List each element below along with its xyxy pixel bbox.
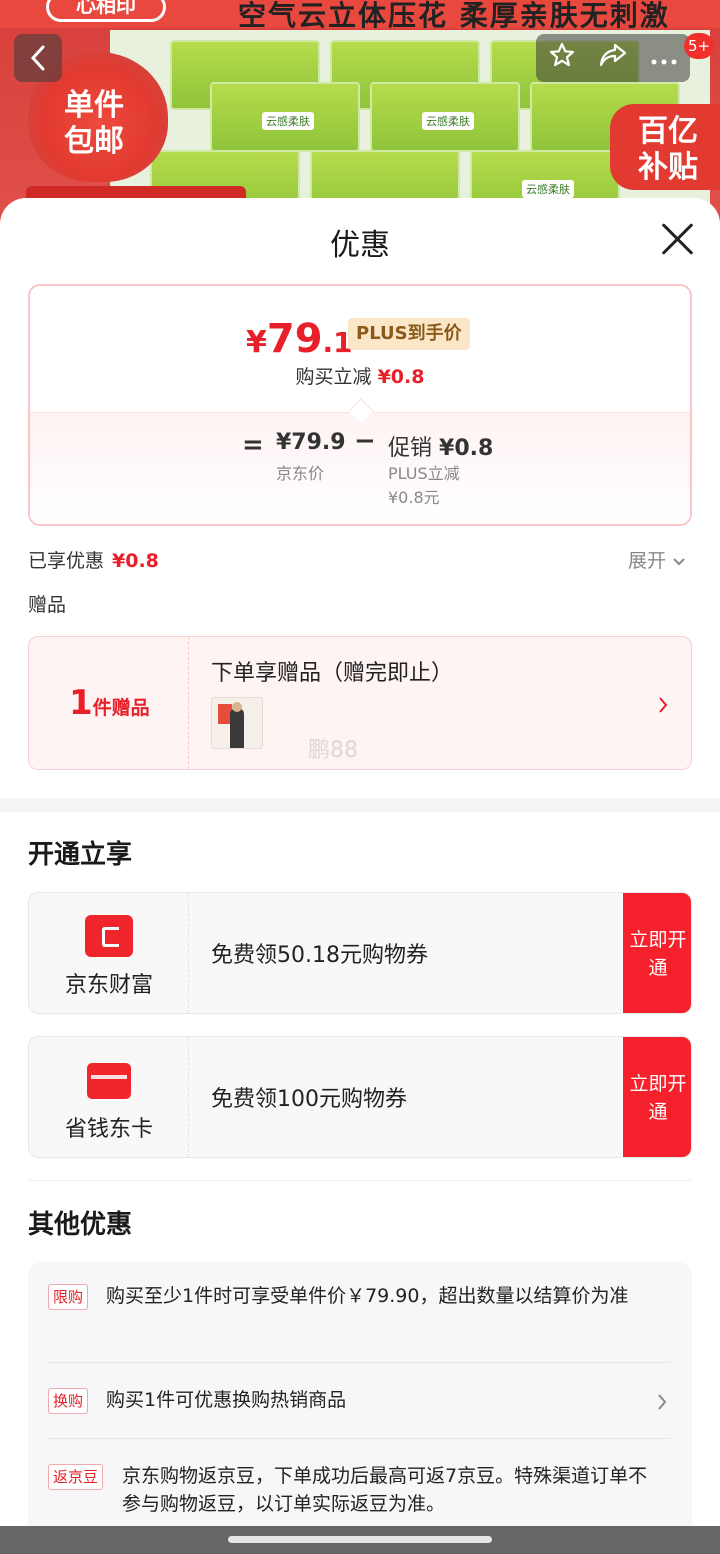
share-icon (599, 43, 627, 67)
offer-text: 购买1件可优惠换购热销商品 (106, 1389, 347, 1411)
banner-slogan: 空气云立体压花 柔厚亲肤无刺激 (238, 0, 670, 32)
reduce-value: ¥0.8 (377, 366, 425, 388)
open-now-button[interactable]: 立即开通 (623, 1037, 691, 1157)
final-price: ¥ 79 .1 (246, 316, 353, 362)
offer-row-beans: 返京豆 京东购物返京豆，下单成功后最高可返7京豆。特殊渠道订单不参与购物返豆，以… (48, 1462, 672, 1518)
open-section-title: 开通立享 (28, 840, 133, 870)
open-card-jd-wealth[interactable]: 京东财富 免费领50.18元购物券 立即开通 (28, 892, 692, 1014)
expand-label: 展开 (628, 550, 667, 572)
discount-sheet: 优惠 ¥ 79 .1 PLUS到手价 购买立减 ¥0.8 = ¥79.9 京东价 … (0, 198, 720, 1526)
enjoyed-value: ¥0.8 (112, 550, 159, 572)
plus-price-tag: PLUS到手价 (348, 318, 470, 350)
gift-section-label: 赠品 (28, 594, 67, 616)
plus-reduce-value: ¥0.8元 (388, 488, 440, 507)
notification-badge: 5+ (684, 33, 715, 59)
minus-sign: − (354, 426, 376, 456)
price-currency: ¥ (246, 325, 267, 360)
back-button[interactable] (14, 34, 62, 82)
share-button[interactable] (588, 42, 639, 74)
offer-text: 购买至少1件时可享受单件价￥79.90，超出数量以结算价为准 (106, 1285, 629, 1307)
gift-description: 下单享赠品（赠完即止） (211, 661, 454, 686)
favorite-button[interactable] (537, 41, 588, 75)
nav-action-group (536, 34, 690, 82)
price-integer: 79 (266, 316, 323, 362)
gift-thumbnail[interactable] (211, 697, 263, 749)
enjoyed-label: 已享优惠 (28, 550, 105, 572)
gift-person-head (232, 702, 242, 712)
offer-row-limit: 限购 购买至少1件时可享受单件价￥79.90，超出数量以结算价为准 (48, 1282, 672, 1310)
offer-tag: 返京豆 (48, 1464, 104, 1490)
open-card-left: 京东财富 (29, 893, 189, 1013)
free-shipping-text: 单件包邮 (64, 88, 124, 159)
price-card-upper: ¥ 79 .1 PLUS到手价 购买立减 ¥0.8 (30, 286, 690, 412)
brand-logo: 心相印 (46, 0, 166, 22)
enjoyed-discount: 已享优惠 ¥0.8 (28, 546, 159, 573)
offer-row-exchange[interactable]: 换购 购买1件可优惠换购热销商品 (48, 1386, 672, 1414)
open-card-desc: 免费领100元购物券 (211, 1087, 407, 1112)
section-separator (28, 1180, 692, 1181)
price-card: ¥ 79 .1 PLUS到手价 购买立减 ¥0.8 = ¥79.9 京东价 − 促… (28, 284, 692, 526)
plus-reduce-label: PLUS立减 (388, 464, 460, 483)
open-card-label: 省钱东卡 (64, 1117, 153, 1142)
gift-count: 1件赠品 (69, 683, 150, 723)
open-card-save-card[interactable]: 省钱东卡 免费领100元购物券 立即开通 (28, 1036, 692, 1158)
subsidy-badge: 百亿补贴 (610, 104, 720, 190)
chevron-right-icon (659, 697, 668, 713)
expand-button[interactable]: 展开 (628, 546, 686, 573)
pack-label: 云感柔肤 (262, 112, 314, 130)
watermark: 鹏88 (308, 738, 358, 763)
more-button[interactable] (639, 44, 690, 72)
other-offers-list: 限购 购买至少1件时可享受单件价￥79.90，超出数量以结算价为准 换购 购买1… (28, 1262, 692, 1526)
promo-label: 促销 (388, 436, 433, 461)
offer-tag: 限购 (48, 1284, 89, 1310)
reduce-label: 购买立减 (295, 366, 372, 388)
wallet-icon (85, 915, 133, 957)
gift-count-unit: 件赠品 (92, 697, 150, 719)
tissue-pack: 云感柔肤 (370, 82, 520, 152)
pack-label: 云感柔肤 (522, 180, 574, 198)
purchase-reduce-line: 购买立减 ¥0.8 (30, 362, 690, 389)
gift-count-panel: 1件赠品 (29, 637, 189, 769)
row-divider (48, 1438, 670, 1439)
offer-text: 京东购物返京豆，下单成功后最高可返7京豆。特殊渠道订单不参与购物返豆，以订单实际… (122, 1465, 648, 1515)
open-card-left: 省钱东卡 (29, 1037, 189, 1157)
tissue-pack: 云感柔肤 (210, 82, 360, 152)
other-section-title: 其他优惠 (28, 1210, 133, 1240)
jd-price-label: 京东价 (276, 464, 325, 483)
star-icon (549, 42, 575, 67)
gift-card[interactable]: 1件赠品 下单享赠品（赠完即止） (28, 636, 692, 770)
open-card-label: 京东财富 (64, 973, 153, 998)
gift-count-number: 1 (69, 683, 93, 723)
promo-line: 促销 ¥0.8 (388, 430, 493, 462)
home-indicator[interactable] (228, 1536, 492, 1543)
chevron-right-icon (658, 1394, 667, 1410)
offer-tag: 换购 (48, 1388, 89, 1414)
open-now-button[interactable]: 立即开通 (623, 893, 691, 1013)
pack-label: 云感柔肤 (422, 112, 474, 130)
chevron-down-icon (673, 558, 685, 566)
more-icon (651, 59, 677, 65)
section-divider (0, 798, 720, 812)
equals-sign: = (242, 430, 264, 460)
promo-value: ¥0.8 (439, 436, 494, 461)
open-card-desc: 免费领50.18元购物券 (211, 943, 428, 968)
sheet-title: 优惠 (330, 228, 390, 263)
gift-person-graphic (230, 708, 244, 748)
card-icon (87, 1063, 131, 1099)
row-divider (48, 1362, 670, 1363)
jd-price: ¥79.9 (276, 430, 346, 455)
chevron-left-icon (30, 45, 45, 71)
close-icon[interactable] (658, 220, 696, 258)
